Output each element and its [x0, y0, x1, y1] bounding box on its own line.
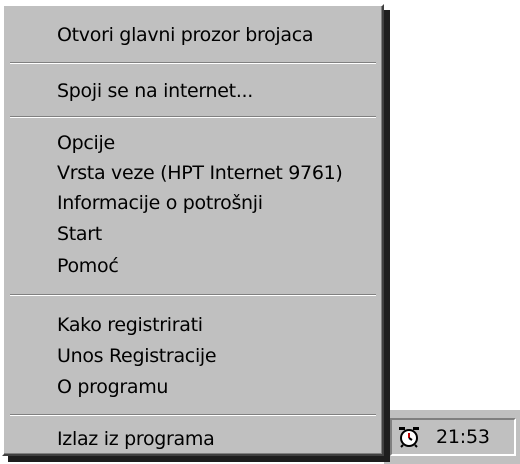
menu-item-help[interactable]: Pomoć — [57, 251, 119, 281]
menu-item-how-to-register[interactable]: Kako registrirati — [57, 310, 203, 340]
alarm-clock-icon[interactable] — [398, 426, 420, 448]
menu-separator — [10, 62, 376, 64]
menu-item-about[interactable]: O programu — [57, 372, 168, 402]
tray-context-menu: Otvori glavni prozor brojaca Spoji se na… — [2, 4, 384, 456]
menu-item-connect-internet[interactable]: Spoji se na internet... — [57, 76, 253, 106]
menu-item-open-main-window[interactable]: Otvori glavni prozor brojaca — [57, 20, 314, 50]
menu-separator — [10, 116, 376, 118]
menu-item-connection-type[interactable]: Vrsta veze (HPT Internet 9761) — [57, 158, 343, 188]
menu-item-start[interactable]: Start — [57, 219, 102, 249]
menu-separator — [10, 414, 376, 416]
menu-item-enter-registration[interactable]: Unos Registracije — [57, 341, 217, 371]
menu-item-usage-info[interactable]: Informacije o potrošnji — [57, 188, 263, 218]
tray-clock-time[interactable]: 21:53 — [436, 424, 490, 450]
menu-item-options[interactable]: Opcije — [57, 128, 115, 158]
system-tray: 21:53 — [390, 418, 516, 456]
menu-item-exit[interactable]: Izlaz iz programa — [57, 424, 215, 454]
menu-separator — [10, 294, 376, 296]
